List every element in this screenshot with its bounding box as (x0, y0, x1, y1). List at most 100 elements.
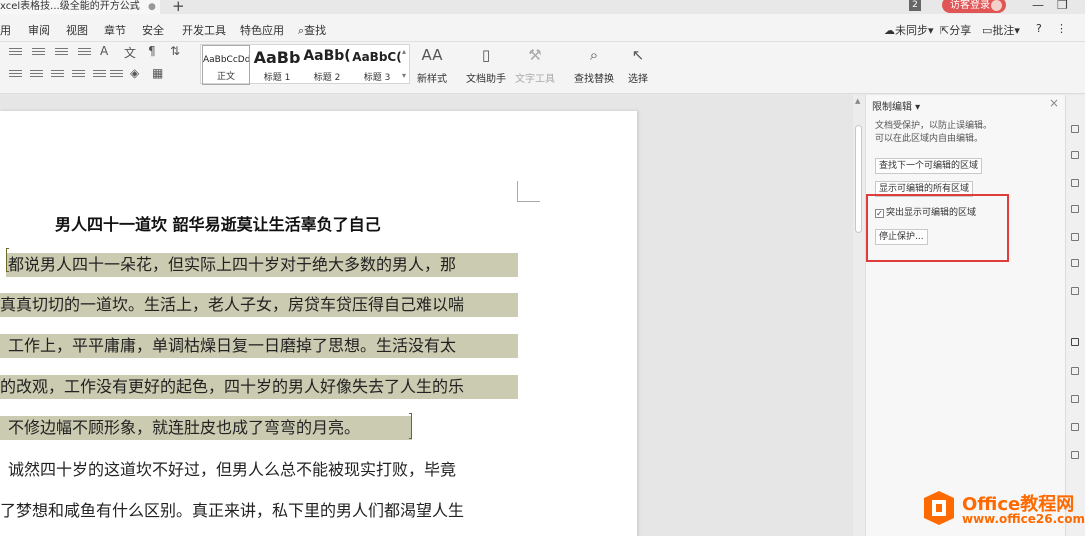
cloud-icon: ☁ (884, 24, 895, 37)
help-button[interactable]: ? (1036, 22, 1042, 35)
menu-item-developer[interactable]: 开发工具 (182, 22, 226, 38)
side-tool-icon[interactable] (1071, 179, 1079, 187)
share-label: 分享 (949, 24, 972, 37)
text-tools-button[interactable]: ⚒ 文字工具 (511, 42, 559, 90)
show-marks-icon[interactable]: ¶ (148, 44, 156, 58)
menu-bar: 用 审阅 视图 章节 安全 开发工具 特色应用 ⌕查找 ☁未同步▾ ⇱分享 ▭批… (0, 14, 1085, 42)
side-tool-icon[interactable] (1071, 451, 1079, 459)
document-title: 男人四十一道坎 韶华易逝莫让生活辜负了自己 (55, 215, 381, 234)
side-tool-icon[interactable] (1071, 151, 1079, 159)
gallery-expand-icon[interactable]: ▾ (402, 71, 406, 80)
shading-icon[interactable]: ◈ (130, 66, 139, 80)
style-heading-1-preview: AaBb (253, 48, 301, 67)
comment-label: 批注 (992, 24, 1015, 37)
document-page[interactable]: 男人四十一道坎 韶华易逝莫让生活辜负了自己 都说男人四十一朵花，但实际上四十岁对… (0, 111, 637, 536)
menu-item-chapter[interactable]: 章节 (104, 22, 126, 38)
login-label: 访客登录 (950, 0, 990, 11)
style-heading-2[interactable]: AaBb( 标题 2 (302, 45, 352, 85)
select-button[interactable]: ↖ 选择 (623, 42, 653, 90)
menu-item-start[interactable]: 用 (0, 22, 11, 38)
scroll-up-icon[interactable]: ▲ (855, 97, 860, 105)
login-button[interactable]: 访客登录 (942, 0, 1006, 13)
scrollbar-thumb[interactable] (855, 125, 862, 233)
find-next-region-button[interactable]: 查找下一个可编辑的区域 (875, 158, 983, 174)
editable-line[interactable]: 真真切切的一道坎。生活上，老人子女，房贷车贷压得自己难以喘 (0, 293, 518, 317)
align-center-icon[interactable] (30, 70, 43, 79)
menu-item-view[interactable]: 视图 (66, 22, 88, 38)
font-size-icon[interactable]: A (100, 44, 108, 58)
doc-helper-button[interactable]: ▯ 文档助手 (465, 42, 507, 90)
watermark-url: www.office26.com (962, 512, 1085, 526)
menu-item-features[interactable]: 特色应用 (240, 22, 284, 38)
share-icon: ⇱ (940, 24, 950, 37)
pane-description-line-1: 文档受保护，以防止误编辑。 (875, 121, 993, 131)
cursor-icon: ↖ (631, 46, 645, 64)
pane-description-line-2: 可以在此区域内自由编辑。 (875, 134, 984, 144)
office-logo-icon (924, 491, 954, 525)
style-heading-3-name: 标题 3 (363, 73, 391, 83)
document-tab[interactable]: xcel表格技...级全能的开方公式 ▭ ● (0, 0, 160, 14)
text-tools-label: 文字工具 (515, 74, 555, 85)
comment-icon: ▭ (982, 24, 993, 37)
style-normal-name: 正文 (216, 72, 235, 82)
restrict-editing-lock-icon[interactable] (1071, 338, 1079, 346)
avatar (991, 0, 1002, 11)
side-tool-icon[interactable] (1071, 233, 1079, 241)
side-toolbar (1065, 95, 1085, 536)
editable-line[interactable]: 都说男人四十一朵花，但实际上四十岁对于绝大多数的男人，那 (6, 253, 518, 277)
new-style-label: 新样式 (417, 74, 447, 85)
numbered-list-icon[interactable] (32, 48, 45, 57)
editable-line[interactable]: 不修边幅不顾形象，就连肚皮也成了弯弯的月亮。 (0, 416, 412, 440)
side-tool-icon[interactable] (1071, 287, 1079, 295)
menu-item-review[interactable]: 审阅 (28, 22, 50, 38)
document-icon: ▯ (481, 46, 491, 64)
align-left-icon[interactable] (9, 70, 22, 79)
find-replace-label: 查找替换 (574, 74, 614, 85)
minimize-button[interactable]: — (1032, 0, 1044, 12)
watermark: Office教程网 www.office26.com (920, 487, 1085, 536)
increase-indent-icon[interactable] (78, 48, 91, 57)
style-heading-1-name: 标题 1 (263, 73, 291, 83)
borders-icon[interactable]: ▦ (152, 66, 163, 80)
sync-label: 未同步 (895, 24, 928, 37)
style-heading-3-preview: AaBbC( (352, 50, 402, 64)
side-tool-icon[interactable] (1071, 259, 1079, 267)
chevron-down-icon: ▾ (1014, 24, 1020, 37)
align-right-icon[interactable] (51, 70, 64, 79)
bullet-list-icon[interactable] (9, 48, 22, 57)
side-tool-icon[interactable] (1071, 367, 1079, 375)
side-tool-icon[interactable] (1071, 125, 1079, 133)
comment-button[interactable]: ▭批注▾ (982, 22, 1020, 38)
editable-line[interactable]: 工作上，平平庸庸，单调枯燥日复一日磨掉了思想。生活没有太 (0, 334, 518, 358)
side-tool-icon[interactable] (1071, 205, 1079, 213)
tab-dot-icon[interactable]: ● (148, 0, 156, 14)
line-spacing-icon[interactable] (110, 70, 123, 79)
pane-title[interactable]: 限制编辑 ▾ (872, 98, 920, 113)
decrease-indent-icon[interactable] (55, 48, 68, 57)
document-tab-title: xcel表格技...级全能的开方公式 (0, 1, 140, 12)
editable-line[interactable]: 的改观，工作没有更好的起色，四十岁的男人好像失去了人生的乐 (0, 375, 518, 399)
restore-button[interactable]: ❐ (1057, 0, 1068, 12)
side-tool-icon[interactable] (1071, 395, 1079, 403)
style-gallery: AaBbCcDd 正文 AaBb 标题 1 AaBb( 标题 2 AaBbC( … (200, 44, 410, 85)
chinese-layout-icon[interactable]: 文 (124, 44, 136, 61)
new-style-button[interactable]: AA 新样式 (414, 42, 450, 90)
sort-icon[interactable]: ⇅ (170, 44, 180, 58)
style-heading-1[interactable]: AaBb 标题 1 (252, 45, 302, 85)
more-button[interactable]: ⋮ (1056, 22, 1067, 35)
share-button[interactable]: ⇱分享 (940, 22, 971, 38)
distribute-icon[interactable] (93, 70, 106, 79)
style-heading-3[interactable]: AaBbC( 标题 3 (352, 45, 402, 85)
style-normal[interactable]: AaBbCcDd 正文 (202, 45, 250, 85)
close-icon[interactable]: × (1049, 96, 1059, 110)
new-tab-button[interactable]: + (172, 0, 185, 15)
sync-button[interactable]: ☁未同步▾ (884, 22, 934, 38)
style-normal-preview: AaBbCcDd (203, 55, 250, 65)
justify-icon[interactable] (72, 70, 85, 79)
menu-search[interactable]: ⌕查找 (298, 22, 326, 38)
menu-item-security[interactable]: 安全 (142, 22, 164, 38)
find-replace-button[interactable]: ⌕ 查找替换 (571, 42, 617, 90)
side-tool-icon[interactable] (1071, 423, 1079, 431)
vertical-scrollbar[interactable]: ▲ (853, 95, 865, 536)
gallery-scroll-up-icon[interactable]: ▴ (402, 47, 406, 56)
